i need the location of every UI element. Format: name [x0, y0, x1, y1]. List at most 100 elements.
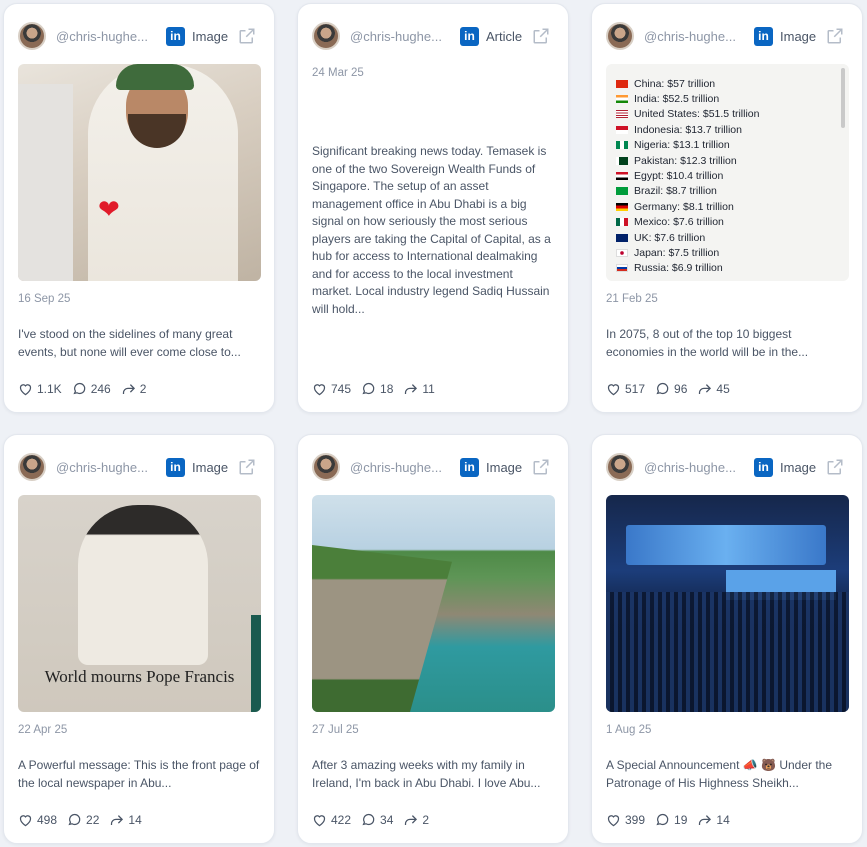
author-handle[interactable]: @chris-hughe... [56, 460, 160, 475]
list-item: Japan: $7.5 trillion [616, 245, 839, 260]
post-card[interactable]: @chris-hughe... in Article 24 Mar 25 Sig… [297, 3, 569, 413]
linkedin-icon: in [166, 457, 185, 477]
avatar[interactable] [312, 453, 340, 481]
comments-stat[interactable]: 22 [67, 813, 99, 827]
post-date: 1 Aug 25 [606, 724, 652, 736]
comments-stat[interactable]: 34 [361, 813, 393, 827]
avatar[interactable] [312, 22, 340, 50]
shares-stat[interactable]: 2 [403, 813, 429, 827]
post-card[interactable]: @chris-hughe... in Image China: $57 tril… [591, 3, 863, 413]
comments-stat[interactable]: 96 [655, 382, 687, 396]
avatar[interactable] [606, 22, 634, 50]
post-image[interactable]: China: $57 trillion India: $52.5 trillio… [606, 64, 849, 281]
likes-count: 399 [625, 813, 646, 827]
avatar[interactable] [606, 453, 634, 481]
post-text: A Special Announcement 📣 🐻 Under the Pat… [606, 758, 833, 790]
post-image[interactable]: World mourns Pope Francis [18, 495, 261, 712]
shares-stat[interactable]: 14 [697, 813, 730, 827]
list-item: Pakistan: $12.3 trillion [616, 153, 839, 168]
list-item: Nigeria: $13.1 trillion [616, 138, 839, 153]
shares-count: 45 [716, 382, 730, 396]
post-type-label: Image [780, 459, 817, 475]
author-handle[interactable]: @chris-hughe... [350, 29, 454, 44]
author-handle[interactable]: @chris-hughe... [644, 29, 748, 44]
shares-stat[interactable]: 45 [697, 382, 730, 396]
likes-count: 745 [331, 382, 352, 396]
post-stats: 399 19 14 [606, 813, 740, 827]
likes-stat[interactable]: 1.1K [18, 382, 62, 396]
author-handle[interactable]: @chris-hughe... [56, 29, 160, 44]
comments-stat[interactable]: 18 [361, 382, 393, 396]
post-card[interactable]: @chris-hughe... in Image ❤ 16 Sep 25 I'v… [3, 3, 275, 413]
list-item: China: $57 trillion [616, 76, 839, 91]
scrollbar [841, 68, 845, 128]
post-date: 21 Feb 25 [606, 293, 658, 305]
author-handle[interactable]: @chris-hughe... [350, 460, 454, 475]
comments-count: 19 [674, 813, 688, 827]
list-item: UK: $7.6 trillion [616, 230, 839, 245]
shares-count: 11 [422, 382, 435, 396]
avatar[interactable] [18, 22, 46, 50]
post-type-label: Image [486, 459, 523, 475]
card-header: @chris-hughe... in Image [18, 21, 260, 51]
list-item: Russia: $6.9 trillion [616, 261, 839, 276]
likes-stat[interactable]: 517 [606, 382, 645, 396]
post-stats: 1.1K 246 2 [18, 382, 156, 396]
shares-count: 14 [128, 813, 142, 827]
newspaper-headline: World mourns Pope Francis [44, 667, 235, 686]
likes-stat[interactable]: 422 [312, 813, 351, 827]
list-item: United States: $51.5 trillion [616, 107, 839, 122]
card-header: @chris-hughe... in Image [312, 452, 554, 482]
likes-stat[interactable]: 745 [312, 382, 351, 396]
comment-icon [73, 382, 85, 395]
post-stats: 498 22 14 [18, 813, 152, 827]
author-handle[interactable]: @chris-hughe... [644, 460, 748, 475]
external-link-icon[interactable] [826, 27, 844, 45]
heart-icon [313, 384, 326, 396]
comments-count: 34 [380, 813, 394, 827]
post-card[interactable]: @chris-hughe... in Image World mourns Po… [3, 434, 275, 844]
post-card[interactable]: @chris-hughe... in Image 27 Jul 25 After… [297, 434, 569, 844]
likes-stat[interactable]: 399 [606, 813, 645, 827]
post-text: I've stood on the sidelines of many grea… [18, 327, 241, 359]
linkedin-icon: in [754, 26, 773, 46]
avatar[interactable] [18, 453, 46, 481]
linkedin-icon: in [460, 26, 479, 46]
external-link-icon[interactable] [238, 27, 256, 45]
list-item: Egypt: $10.4 trillion [616, 168, 839, 183]
external-link-icon[interactable] [532, 458, 550, 476]
shares-count: 2 [139, 382, 147, 396]
post-image[interactable]: ❤ [18, 64, 261, 281]
card-header: @chris-hughe... in Article [312, 21, 554, 51]
shares-stat[interactable]: 11 [403, 382, 435, 396]
comments-count: 18 [380, 382, 394, 396]
share-icon [699, 815, 712, 825]
post-date: 22 Apr 25 [18, 724, 68, 736]
external-link-icon[interactable] [826, 458, 844, 476]
post-card[interactable]: @chris-hughe... in Image 1 Aug 25 A Spec… [591, 434, 863, 844]
post-text: After 3 amazing weeks with my family in … [312, 758, 541, 790]
comments-stat[interactable]: 19 [655, 813, 687, 827]
post-type-label: Image [192, 28, 229, 44]
likes-stat[interactable]: 498 [18, 813, 57, 827]
list-item: Indonesia: $13.7 trillion [616, 122, 839, 137]
linkedin-icon: in [754, 457, 773, 477]
list-item: Germany: $8.1 trillion [616, 199, 839, 214]
external-link-icon[interactable] [238, 458, 256, 476]
external-link-icon[interactable] [532, 27, 550, 45]
heart-icon [607, 384, 620, 396]
heart-icon [19, 384, 32, 396]
comment-icon [656, 382, 669, 395]
post-image[interactable] [606, 495, 849, 712]
share-icon [111, 815, 124, 825]
comment-icon [362, 813, 375, 826]
post-image[interactable] [312, 495, 555, 712]
comments-stat[interactable]: 246 [72, 382, 111, 396]
shares-stat[interactable]: 14 [109, 813, 142, 827]
post-text: In 2075, 8 out of the top 10 biggest eco… [606, 327, 809, 359]
shares-stat[interactable]: 2 [121, 382, 147, 396]
post-stats: 517 96 45 [606, 382, 740, 396]
post-date: 16 Sep 25 [18, 293, 71, 305]
comment-icon [656, 813, 669, 826]
comments-count: 22 [86, 813, 100, 827]
